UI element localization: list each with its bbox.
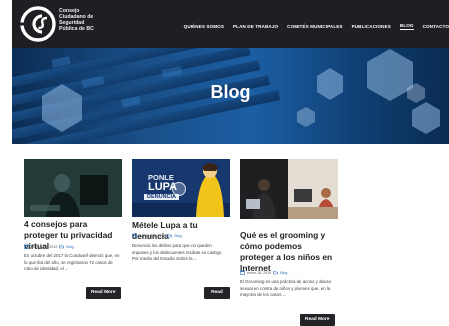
site-header: Consejo Ciudadano de Seguridad Pública d… xyxy=(12,0,449,48)
post-date: febrero 28, 2019 xyxy=(31,244,58,249)
read-more-button[interactable]: Read More xyxy=(204,287,230,307)
nav-quienes-somos[interactable]: QUIÉNES SOMOS xyxy=(184,24,224,29)
nav-comites-municipales[interactable]: COMITÉS MUNICIPALES xyxy=(287,24,342,29)
post-category-link[interactable]: Blog xyxy=(174,234,181,238)
nav-plan-de-trabajo[interactable]: PLAN DE TRABAJO xyxy=(233,24,278,29)
nav-publicaciones[interactable]: PUBLICACIONES xyxy=(352,24,391,29)
post-excerpt: En octubre del 2017 la Condusef detectó … xyxy=(24,253,120,272)
post-thumbnail-lupa[interactable]: PONLE LUPA DENUNCIA xyxy=(132,159,230,217)
folder-icon xyxy=(59,245,65,249)
thumbnail-text-denuncia: DENUNCIA xyxy=(144,194,180,200)
folder-icon xyxy=(273,271,278,275)
read-more-button[interactable]: Read More xyxy=(300,314,335,326)
calendar-icon xyxy=(240,270,245,275)
post-excerpt: Denuncia los delitos para que no queden … xyxy=(132,243,223,262)
post-category-link[interactable]: Blog xyxy=(280,271,287,275)
calendar-icon xyxy=(132,233,137,238)
post-date: febrero 21, 2019 xyxy=(139,233,166,238)
nav-blog[interactable]: BLOG xyxy=(399,23,414,30)
post-excerpt: El Grooming es una práctica de acoso y a… xyxy=(240,279,332,298)
post-title[interactable]: Métele Lupa a tu denuncia xyxy=(132,220,230,242)
folder-icon xyxy=(167,234,173,238)
hero-banner: Blog xyxy=(12,48,449,144)
calendar-icon xyxy=(24,244,29,249)
ccspbc-logo[interactable] xyxy=(20,6,56,42)
post-category-link[interactable]: Blog xyxy=(66,245,73,249)
post-meta: febrero 21, 2019 Blog xyxy=(132,233,232,238)
post-title[interactable]: Qué es el grooming y cómo podemos proteg… xyxy=(240,230,338,274)
post-date: enero 28, 2019 xyxy=(247,270,272,275)
logo-text: Consejo Ciudadano de Seguridad Pública d… xyxy=(59,8,94,33)
post-meta: febrero 28, 2019 Blog xyxy=(24,244,124,249)
post-meta: enero 28, 2019 Blog xyxy=(240,270,340,275)
page: Consejo Ciudadano de Seguridad Pública d… xyxy=(12,0,449,326)
play-icon[interactable] xyxy=(172,182,186,196)
main-nav: QUIÉNES SOMOS PLAN DE TRABAJO COMITÉS MU… xyxy=(184,21,449,31)
page-title: Blog xyxy=(210,82,251,102)
nav-contacto[interactable]: CONTACTO xyxy=(423,24,449,29)
post-thumbnail-grooming[interactable] xyxy=(240,159,338,219)
post-thumbnail-privacy[interactable] xyxy=(24,159,122,217)
read-more-button[interactable]: Read More xyxy=(86,287,121,299)
